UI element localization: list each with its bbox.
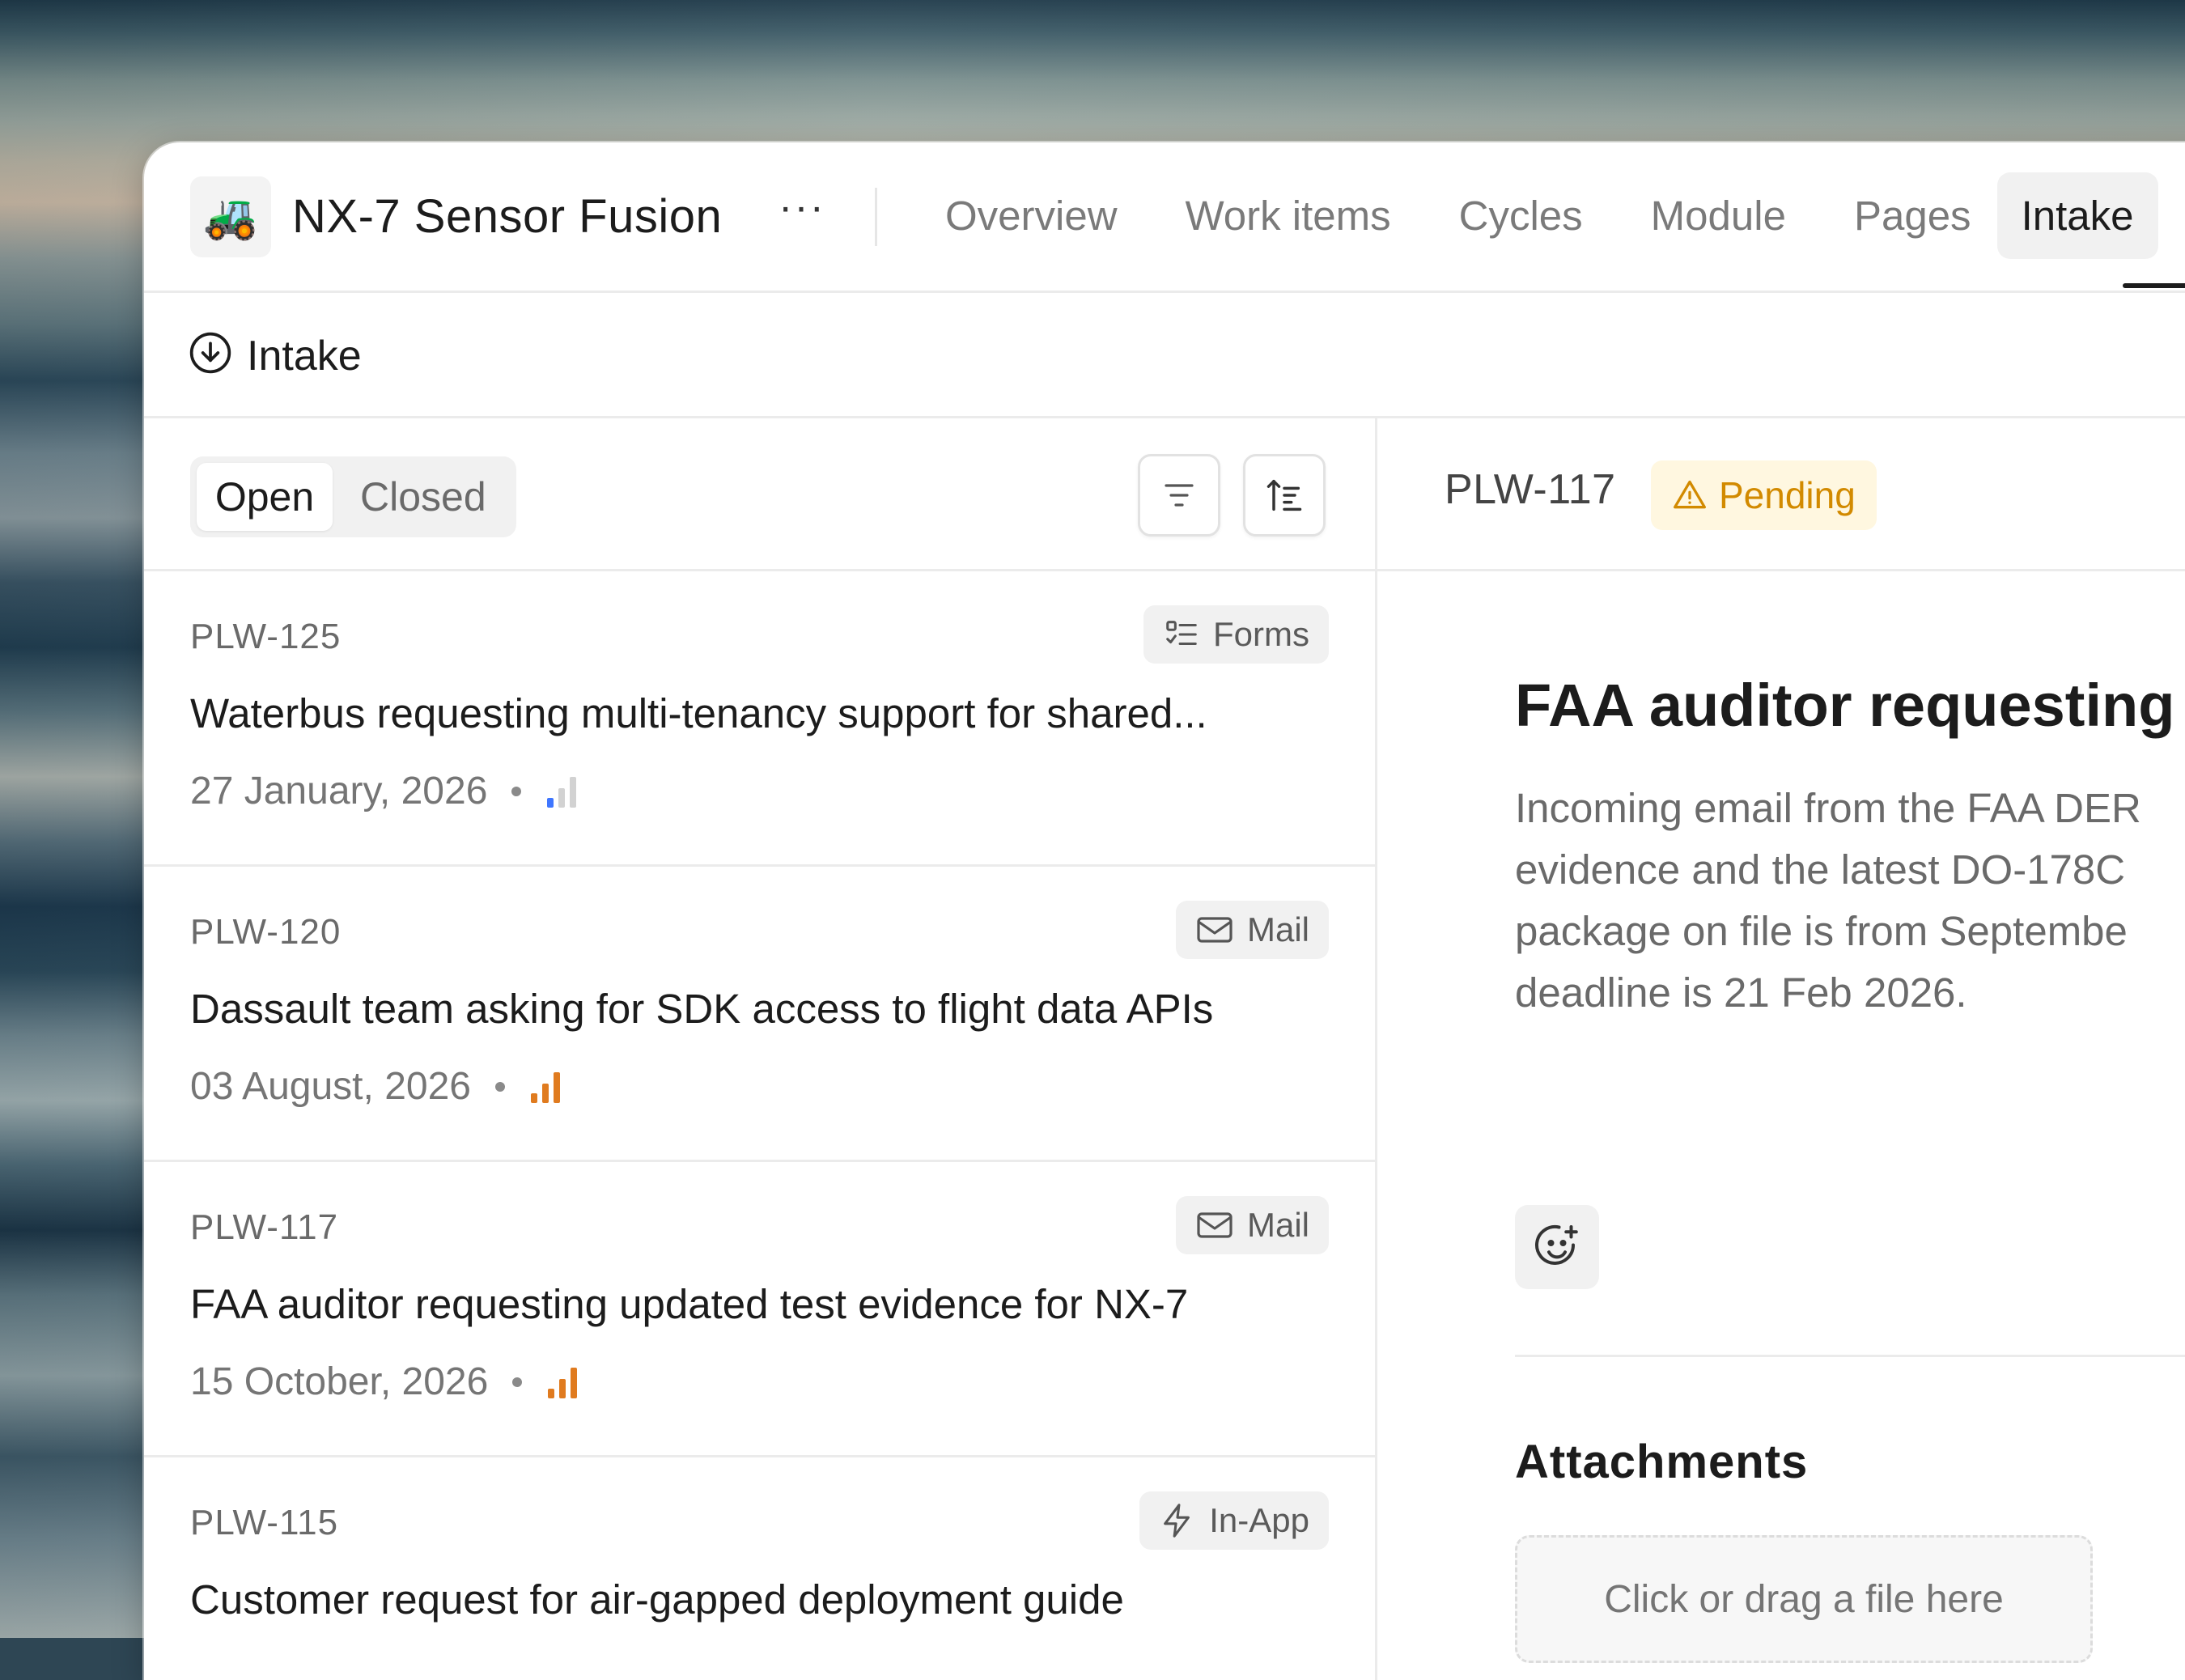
project-tabs: Overview Work items Cycles Module Pages … (945, 172, 2185, 259)
item-title: Dassault team asking for SDK access to f… (190, 986, 1214, 1032)
item-title: Waterbus requesting multi-tenancy suppor… (190, 690, 1207, 736)
item-meta: 27 January, 2026 (190, 769, 578, 813)
app-window: 🚜 NX-7 Sensor Fusion ··· Overview Work i… (144, 142, 2185, 1680)
description-line: deadline is 21 Feb 2026. (1515, 969, 1967, 1016)
priority-high-icon[interactable] (546, 1364, 579, 1400)
page-title: Intake (247, 333, 362, 380)
list-item[interactable]: PLW-117 Mail FAA auditor requesting upda… (144, 1162, 1375, 1457)
detail-title[interactable]: FAA auditor requesting (1515, 671, 2174, 740)
item-id: PLW-125 (190, 617, 342, 656)
item-meta: 15 October, 2026 (190, 1360, 579, 1404)
tab-overview[interactable]: Overview (945, 192, 1118, 240)
mail-icon (1197, 1212, 1233, 1238)
tab-work-items[interactable]: Work items (1186, 192, 1391, 240)
detail-pane: PLW-117 Pending FAA auditor requesting I… (1377, 418, 2185, 1680)
source-label: In-App (1209, 1501, 1309, 1539)
status-badge[interactable]: Pending (1651, 460, 1877, 530)
open-toggle-button[interactable]: Open (197, 463, 333, 531)
item-date: 03 August, 2026 (190, 1065, 471, 1108)
source-badge: Mail (1175, 901, 1329, 959)
file-dropzone[interactable]: Click or drag a file here (1515, 1535, 2093, 1663)
lightning-icon (1164, 1504, 1190, 1538)
separator-dot (511, 786, 522, 796)
list-item[interactable]: PLW-125 Forms Waterbus requesting multi-… (144, 571, 1375, 867)
tab-cycles[interactable]: Cycles (1459, 192, 1583, 240)
separator-dot (494, 1081, 505, 1092)
breadcrumb: Intake (144, 293, 2185, 418)
tab-pages[interactable]: Pages (1854, 192, 1971, 240)
item-meta: 03 August, 2026 (190, 1064, 562, 1109)
source-label: Mail (1246, 1206, 1309, 1244)
project-header: 🚜 NX-7 Sensor Fusion ··· Overview Work i… (144, 142, 2185, 293)
separator-dot (512, 1377, 523, 1387)
priority-low-icon[interactable] (545, 774, 578, 809)
source-label: Forms (1213, 615, 1309, 653)
section-divider (1515, 1355, 2185, 1357)
tab-module[interactable]: Module (1651, 192, 1786, 240)
detail-header: PLW-117 Pending (1377, 418, 2185, 571)
source-label: Mail (1246, 910, 1309, 948)
description-line: package on file is from Septembe (1515, 908, 2128, 954)
intake-icon (189, 332, 231, 374)
list-item[interactable]: PLW-115 In-App Customer request for air-… (144, 1457, 1375, 1680)
description-line: evidence and the latest DO-178C (1515, 846, 2126, 893)
project-title: NX-7 Sensor Fusion (292, 190, 723, 243)
forms-icon (1166, 621, 1197, 646)
tractor-icon[interactable]: 🚜 (190, 176, 271, 257)
item-date: 27 January, 2026 (190, 770, 488, 812)
mail-icon (1197, 917, 1233, 943)
sort-ascending-icon (1266, 479, 1302, 511)
active-tab-indicator (2123, 283, 2185, 288)
status-toggle: Open Closed (190, 456, 516, 537)
tab-intake[interactable]: Intake (1996, 172, 2158, 259)
warning-icon (1674, 480, 1706, 509)
detail-description[interactable]: Incoming email from the FAA DER evidence… (1515, 778, 2185, 1024)
item-title: FAA auditor requesting updated test evid… (190, 1281, 1189, 1327)
item-id: PLW-115 (190, 1503, 339, 1542)
list-toolbar: Open Closed (144, 418, 1375, 571)
attachments-heading: Attachments (1515, 1436, 1809, 1488)
item-title: Customer request for air-gapped deployme… (190, 1576, 1124, 1623)
list-item[interactable]: PLW-120 Mail Dassault team asking for SD… (144, 867, 1375, 1162)
item-id: PLW-117 (190, 1207, 339, 1247)
add-reaction-button[interactable] (1515, 1205, 1599, 1289)
intake-list-pane: Open Closed PLW-125 Forms Waterbus reque… (144, 418, 1377, 1680)
smiley-plus-icon (1535, 1224, 1578, 1265)
more-options-icon[interactable]: ··· (779, 183, 825, 231)
source-badge: Mail (1175, 1196, 1329, 1254)
source-badge: In-App (1139, 1491, 1329, 1550)
filter-icon (1165, 484, 1194, 507)
source-badge: Forms (1143, 605, 1329, 664)
item-id: PLW-120 (190, 912, 342, 952)
closed-toggle-button[interactable]: Closed (360, 463, 486, 531)
status-label: Pending (1719, 474, 1856, 516)
sort-button[interactable] (1243, 454, 1326, 537)
header-divider (875, 188, 877, 246)
detail-item-id: PLW-117 (1445, 466, 1616, 513)
item-date: 15 October, 2026 (190, 1360, 489, 1403)
description-line: Incoming email from the FAA DER (1515, 785, 2141, 831)
priority-high-icon[interactable] (529, 1069, 562, 1105)
filter-button[interactable] (1138, 454, 1220, 537)
